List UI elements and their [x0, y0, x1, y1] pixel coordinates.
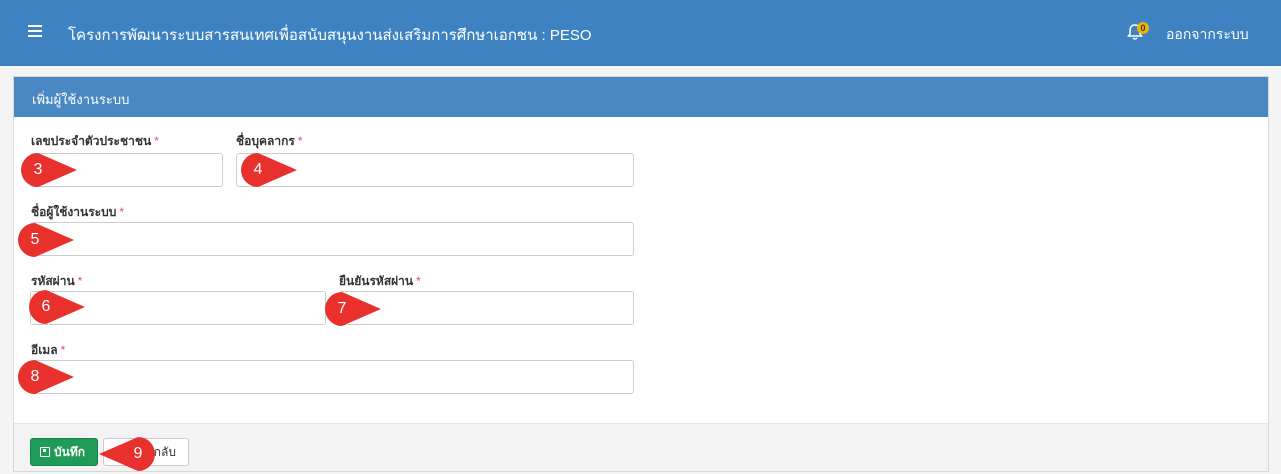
username-label: ชื่อผู้ใช้งานระบบ *	[31, 205, 124, 219]
add-user-panel: เพิ่มผู้ใช้งานระบบ	[13, 76, 1269, 472]
panel-footer	[14, 423, 1268, 471]
app-title: โครงการพัฒนาระบบสารสนเทศเพื่อสนับสนุนงาน…	[68, 27, 592, 44]
step-marker-4: 4	[241, 153, 299, 187]
email-label: อีเมล *	[31, 343, 66, 357]
hamburger-icon[interactable]	[28, 25, 42, 37]
step-marker-5: 5	[18, 223, 76, 257]
confirm-password-input[interactable]	[339, 291, 634, 325]
confirm-password-label: ยืนยันรหัสผ่าน *	[339, 274, 421, 288]
step-marker-8: 8	[18, 360, 76, 394]
save-button[interactable]: บันทึก	[30, 438, 98, 466]
username-input[interactable]	[30, 222, 634, 256]
notification-badge: 0	[1137, 22, 1149, 34]
logout-link[interactable]: ออกจากระบบ	[1166, 24, 1249, 46]
top-navbar: โครงการพัฒนาระบบสารสนเทศเพื่อสนับสนุนงาน…	[0, 0, 1281, 66]
personnel-name-label: ชื่อบุคลากร *	[236, 134, 303, 148]
step-marker-3: 3	[21, 153, 79, 187]
panel-heading: เพิ่มผู้ใช้งานระบบ	[14, 77, 1268, 117]
floppy-disk-icon	[40, 446, 50, 457]
step-marker-9: 9	[97, 437, 155, 471]
password-label: รหัสผ่าน *	[31, 274, 83, 288]
email-input[interactable]	[30, 360, 634, 394]
step-marker-6: 6	[29, 290, 87, 324]
step-marker-7: 7	[325, 292, 383, 326]
citizen-id-label: เลขประจำตัวประชาชน *	[31, 134, 159, 148]
